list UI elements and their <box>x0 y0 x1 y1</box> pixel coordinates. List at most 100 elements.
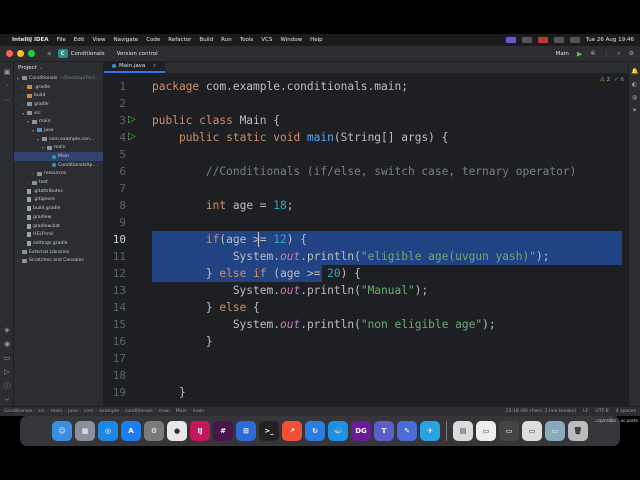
dock-windows-app-icon[interactable]: ⊞ <box>236 421 256 441</box>
tray-icon-3[interactable] <box>537 37 548 43</box>
vcs-widget[interactable]: Version control <box>117 51 158 57</box>
tree-item[interactable]: › External Libraries <box>14 248 103 257</box>
inspection-widget[interactable]: ⚠ 2 ✓ 6 <box>600 77 624 83</box>
tree-item[interactable]: ▾ main <box>14 144 103 153</box>
breadcrumb-item[interactable]: main <box>158 409 169 414</box>
line-number[interactable]: 4 <box>104 129 126 146</box>
line-number[interactable]: 13 <box>104 282 126 299</box>
dock-launchpad-icon[interactable]: ▦ <box>75 421 95 441</box>
status-widget[interactable]: UTF-8 <box>595 409 608 414</box>
line-number[interactable]: 12 <box>104 265 126 282</box>
tree-item[interactable]: ▾ Conditionals ~/Desktop/Tech... <box>14 74 103 83</box>
dock-settings-icon[interactable]: ⚙ <box>144 421 164 441</box>
status-widget[interactable]: LF <box>583 409 588 414</box>
dock-trash-icon[interactable]: 🗑 <box>568 421 588 441</box>
line-number[interactable]: 5 <box>104 146 126 163</box>
project-badge[interactable]: C <box>57 49 68 58</box>
menu-build[interactable]: Build <box>199 37 213 43</box>
minimize-window-button[interactable] <box>17 50 24 57</box>
dock-datagrip-icon[interactable]: DG <box>351 421 371 441</box>
dock-slack-icon[interactable]: # <box>213 421 233 441</box>
dock-window-1-icon[interactable]: ▭ <box>476 421 496 441</box>
dock-notes-icon[interactable]: ✎ <box>397 421 417 441</box>
menu-edit[interactable]: Edit <box>74 37 85 43</box>
dock-safari-icon[interactable]: ◎ <box>98 421 118 441</box>
line-number[interactable]: 10 <box>104 231 126 248</box>
tree-item[interactable]: settings.gradle <box>14 239 103 248</box>
tray-icon-2[interactable] <box>521 37 532 43</box>
dock-window-4-icon[interactable]: ▭ <box>545 421 565 441</box>
dock-terminal-icon[interactable]: >_ <box>259 421 279 441</box>
line-number[interactable]: 18 <box>104 367 126 384</box>
status-widget[interactable]: 15:18 (96 chars, 2 line breaks) <box>506 409 577 414</box>
run-tool-icon[interactable]: ▷ <box>3 368 11 376</box>
run-gutter-icon[interactable]: ▷ <box>128 132 138 142</box>
dock-teams-icon[interactable]: T <box>374 421 394 441</box>
dock-swift-icon[interactable]: ↗ <box>282 421 302 441</box>
line-number[interactable]: 14 <box>104 299 126 316</box>
zoom-window-button[interactable] <box>28 50 35 57</box>
database-tool-icon[interactable]: ◍ <box>631 94 638 101</box>
chevron-down-icon[interactable]: ⌄ <box>39 65 44 71</box>
breadcrumb-item[interactable]: main <box>193 409 204 414</box>
tree-item[interactable]: HELP.md <box>14 230 103 239</box>
tree-item[interactable]: › test <box>14 178 103 187</box>
tree-item[interactable]: › gradle <box>14 100 103 109</box>
main-menu-icon[interactable]: ≡ <box>47 51 52 57</box>
wifi-icon[interactable] <box>553 37 564 43</box>
run-icon[interactable]: ▶ <box>577 50 582 58</box>
menu-view[interactable]: View <box>92 37 105 43</box>
tab-main-java[interactable]: Main.java × <box>104 61 165 73</box>
commit-tool-icon[interactable]: ◦ <box>3 82 11 90</box>
tree-item[interactable]: ▾ java <box>14 126 103 135</box>
run-config-selector[interactable]: Main <box>556 51 569 57</box>
tree-item[interactable]: gradlew <box>14 213 103 222</box>
control-center-icon[interactable] <box>569 37 580 43</box>
menu-tools[interactable]: Tools <box>240 37 254 43</box>
desktop-file-label[interactable]: ...crp/callba ...ac.paste <box>592 418 638 423</box>
line-number[interactable]: 16 <box>104 333 126 350</box>
line-number[interactable]: 17 <box>104 350 126 367</box>
breadcrumb-item[interactable]: main <box>51 409 62 414</box>
line-number[interactable]: 7 <box>104 180 126 197</box>
notifications-icon[interactable]: 🔔 <box>631 68 638 75</box>
menu-file[interactable]: File <box>57 37 66 43</box>
menu-window[interactable]: Window <box>280 37 302 43</box>
tree-item[interactable]: build.gradle <box>14 204 103 213</box>
line-number[interactable]: 19 <box>104 384 126 401</box>
tree-item[interactable]: ▾ com.example.con... <box>14 135 103 144</box>
line-number[interactable]: 11 <box>104 248 126 265</box>
dock-finder-icon[interactable]: ☺ <box>52 421 72 441</box>
structure-tool-icon[interactable]: ⋯ <box>3 96 11 104</box>
dock-window-3-icon[interactable]: ▭ <box>522 421 542 441</box>
services-tool-icon[interactable]: ◉ <box>3 340 11 348</box>
tree-item[interactable]: › .gradle <box>14 83 103 92</box>
menu-navigate[interactable]: Navigate <box>114 37 139 43</box>
line-number[interactable]: 6 <box>104 163 126 180</box>
tree-item[interactable]: ▾ src <box>14 109 103 118</box>
line-number[interactable]: 2 <box>104 95 126 112</box>
line-number[interactable]: 15 <box>104 316 126 333</box>
debug-icon[interactable]: ✲ <box>590 50 595 57</box>
status-widget[interactable]: 4 spaces <box>616 409 636 414</box>
settings-icon[interactable]: ⚙ <box>629 50 634 57</box>
dock-docker-icon[interactable]: 🐳 <box>328 421 348 441</box>
more-actions-icon[interactable]: ⋮ <box>603 50 609 57</box>
app-menu[interactable]: IntelliJ IDEA <box>12 37 49 43</box>
tree-item[interactable]: › Scratches and Consoles <box>14 256 103 265</box>
tree-item[interactable]: ConditionalsAp... <box>14 161 103 170</box>
project-tool-icon[interactable]: ▣ <box>3 68 11 76</box>
breadcrumb-item[interactable]: Main <box>176 409 187 414</box>
code-editor[interactable]: 1 package com.example.conditionals.main; 2… <box>104 74 628 406</box>
tree-item[interactable]: .gitattributes <box>14 187 103 196</box>
line-number[interactable]: 8 <box>104 197 126 214</box>
breadcrumb-item[interactable]: example <box>99 409 119 414</box>
dock-sync-icon[interactable]: ↻ <box>305 421 325 441</box>
close-icon[interactable]: × <box>152 63 156 69</box>
run-gutter-icon[interactable]: ▷ <box>128 115 138 125</box>
project-panel-header[interactable]: Project ⌄ <box>14 62 103 74</box>
project-switcher[interactable]: Conditionals <box>71 51 105 57</box>
tree-item[interactable]: gradlew.bat <box>14 222 103 231</box>
git-tool-icon[interactable]: ⑂ <box>3 396 11 404</box>
dock-doc-icon[interactable]: ▤ <box>453 421 473 441</box>
